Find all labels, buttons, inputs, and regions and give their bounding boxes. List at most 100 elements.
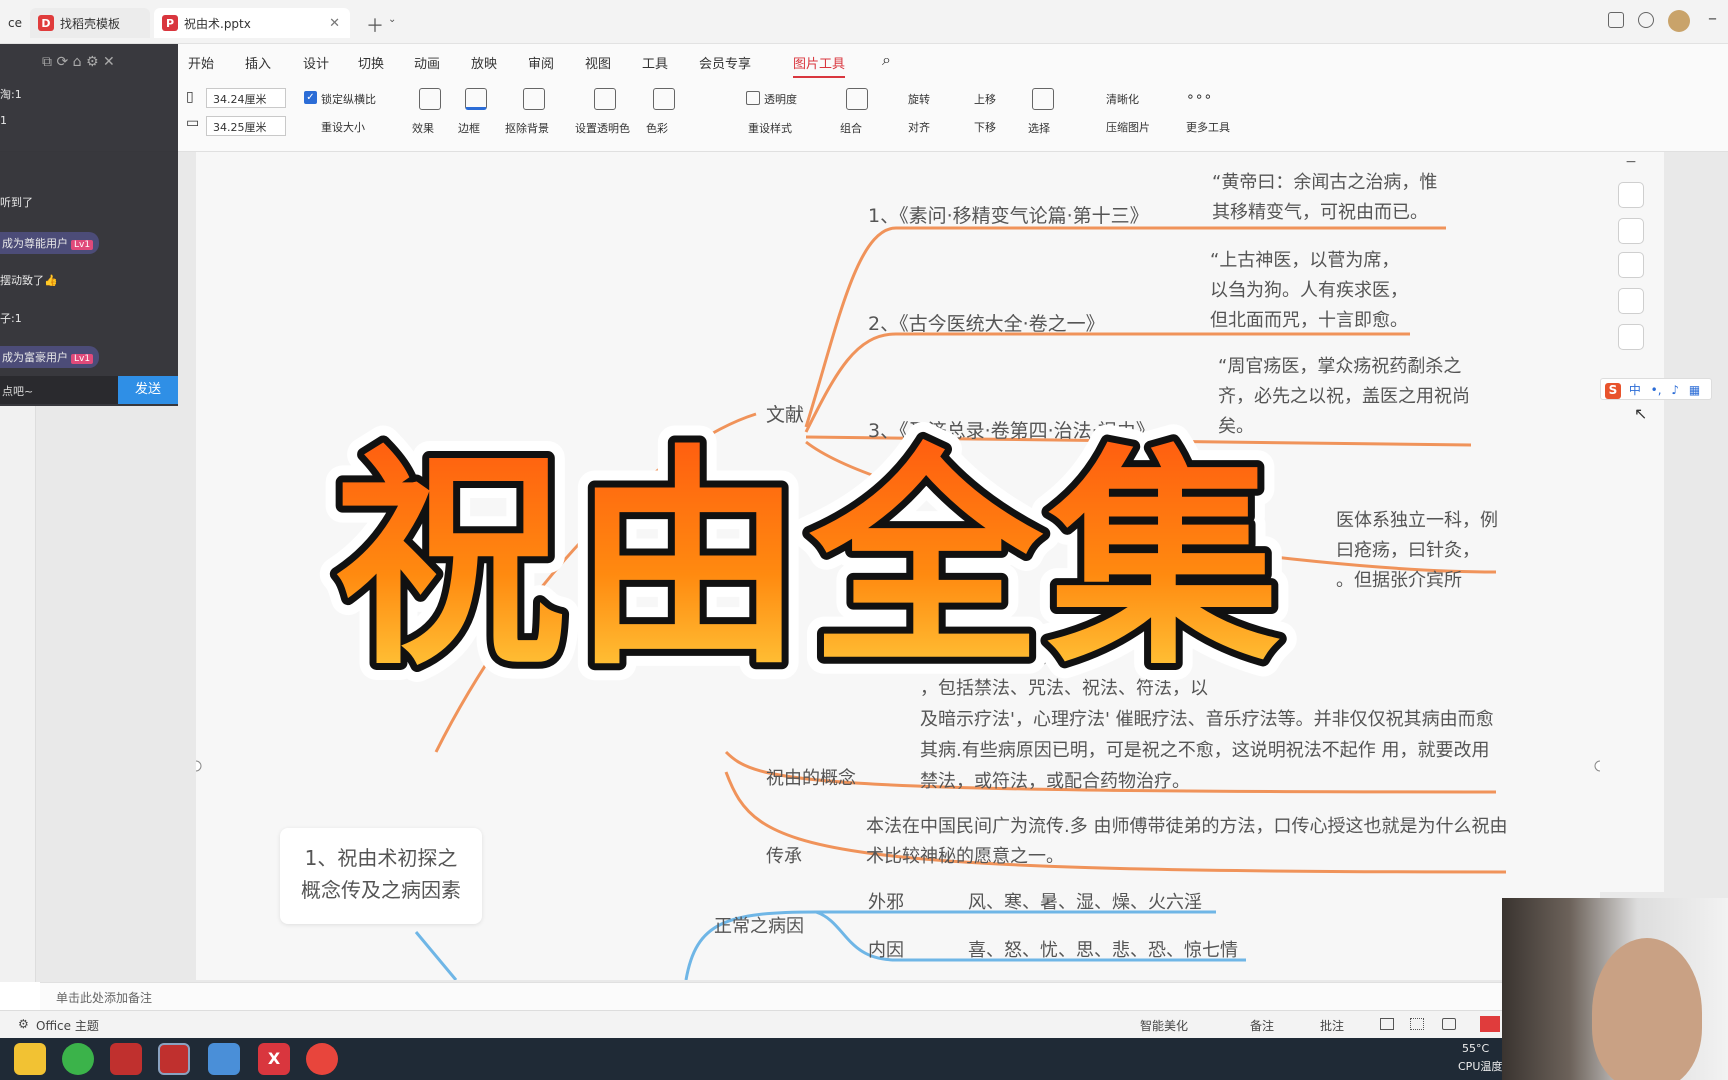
layout-icon[interactable] (1608, 12, 1624, 28)
zoom-icon[interactable] (1618, 252, 1644, 278)
close-tab-icon[interactable]: ✕ (329, 16, 340, 31)
avatar[interactable] (1668, 10, 1690, 32)
branch-root-blue (414, 931, 458, 980)
inner-label: 内因 (868, 940, 904, 961)
crop-bg-button[interactable]: 抠除背景 (505, 120, 549, 136)
root-node-text: 1、祝由术初探之 概念传及之病因素 (301, 846, 461, 902)
thumbs-up-icon: 👍 (44, 274, 58, 287)
comment-button[interactable]: 批注 (1320, 1017, 1344, 1034)
menu-tools[interactable]: 工具 (642, 53, 668, 72)
ref4-text: 医体系独立一科，例 曰疮疡，曰针灸， 。但据张介宾所 (1336, 510, 1498, 591)
ime-bar[interactable]: S 中 •, ♪ ▦ (1600, 378, 1712, 400)
root-node[interactable]: 1、祝由术初探之 概念传及之病因素 (280, 828, 482, 924)
ribbon-picture-tools: ▯ 34.24厘米 ▭ 34.25厘米 ✓ 锁定纵横比 重设大小 效果 边框 抠… (0, 80, 1728, 152)
chat-line: 听到了 (0, 196, 33, 209)
more-tools-button[interactable]: 更多工具 (1186, 119, 1230, 135)
chat-input[interactable]: 点吧~ (0, 376, 118, 404)
border-icon (465, 88, 487, 110)
menu-picture-tools[interactable]: 图片工具 (793, 53, 846, 78)
search-icon[interactable]: ⌕ (882, 50, 891, 70)
play-icon[interactable] (1480, 1016, 1500, 1032)
transparency-checkbox[interactable] (746, 91, 760, 105)
smart-beautify-button[interactable]: 智能美化 (1140, 1017, 1188, 1034)
border-button[interactable]: 边框 (458, 120, 480, 136)
chat-line: 1 (0, 114, 7, 127)
compress-button[interactable]: 压缩图片 (1106, 119, 1150, 135)
chevron-down-icon[interactable]: ⌄ (388, 14, 396, 25)
new-tab-icon[interactable]: ＋ (366, 12, 384, 38)
menu-start[interactable]: 开始 (188, 53, 214, 72)
height-input[interactable]: 34.25厘米 (206, 116, 286, 136)
chat-line-highlight: 成为富豪用户 Lv1 (0, 346, 100, 368)
menu-animation[interactable]: 动画 (414, 53, 440, 72)
reset-size-button[interactable]: 重设大小 (321, 119, 365, 135)
effects-icon (419, 88, 441, 110)
group-button[interactable]: 组合 (840, 120, 862, 136)
tab-partial[interactable]: ce (0, 8, 22, 38)
ime-punct-icon[interactable]: •, (1651, 383, 1662, 397)
layers-icon[interactable] (1618, 182, 1644, 208)
person-silhouette (1592, 938, 1702, 1080)
taskbar: X 55°C CPU温度 (0, 1038, 1728, 1080)
keyboard-icon[interactable]: ▦ (1689, 383, 1700, 397)
magic-tool-icon[interactable] (1618, 288, 1644, 314)
docer-icon: D (38, 15, 54, 31)
rotate-button[interactable]: 旋转 (908, 91, 930, 107)
menu-transition[interactable]: 切换 (358, 53, 384, 72)
tab-template[interactable]: D 找稻壳模板 (30, 8, 150, 38)
menu-design[interactable]: 设计 (303, 53, 329, 72)
send-down-button[interactable]: 下移 (974, 119, 996, 135)
slide-thumbnails[interactable] (0, 406, 36, 982)
normal-view-icon[interactable] (1380, 1018, 1394, 1030)
ime-logo-icon: S (1605, 383, 1621, 399)
transparency-label: 透明度 (764, 93, 797, 106)
cpu-label: CPU温度 (1458, 1060, 1503, 1073)
notes-pane[interactable]: 单击此处添加备注 (40, 982, 1620, 1010)
crop-icon[interactable] (1618, 218, 1644, 244)
cube-icon[interactable] (1638, 12, 1654, 28)
more-icon[interactable]: ∘∘∘ (1186, 89, 1212, 105)
menu-insert[interactable]: 插入 (245, 53, 271, 72)
menu-view[interactable]: 视图 (585, 53, 611, 72)
menu-review[interactable]: 审阅 (528, 53, 554, 72)
tab-pptx[interactable]: P 祝由术.pptx ✕ (154, 8, 350, 38)
crop-bg-icon (523, 88, 545, 110)
menu-slideshow[interactable]: 放映 (471, 53, 497, 72)
file-explorer-icon[interactable] (14, 1043, 46, 1075)
theme-icon: ⚙ (18, 1017, 29, 1031)
align-button[interactable]: 对齐 (908, 119, 930, 135)
effects-button[interactable]: 效果 (412, 120, 434, 136)
overlay-title: 祝由全集 祝由全集 (280, 409, 1340, 713)
reading-view-icon[interactable] (1442, 1018, 1456, 1030)
inner-text: 喜、怒、忧、思、悲、恐、惊七情 (968, 940, 1238, 961)
menu-member[interactable]: 会员专享 (699, 53, 751, 72)
wps-icon[interactable] (110, 1043, 142, 1075)
x-app-icon[interactable]: X (258, 1043, 290, 1075)
set-transparent-button[interactable]: 设置透明色 (575, 120, 630, 136)
browser-icon[interactable] (62, 1043, 94, 1075)
notes-button[interactable]: 备注 (1250, 1017, 1274, 1034)
app-icon[interactable] (208, 1043, 240, 1075)
ime-mode[interactable]: 中 (1629, 383, 1641, 397)
wps-presentation-icon[interactable] (158, 1043, 190, 1075)
lock-ratio-checkbox[interactable]: ✓ (304, 91, 317, 104)
microphone-icon[interactable]: ♪ (1671, 383, 1679, 397)
collapse-icon[interactable]: − (1618, 154, 1644, 170)
select-button[interactable]: 选择 (1028, 120, 1050, 136)
ref1-title: 1、《素问·移精变气论篇·第十三》 (868, 205, 1149, 227)
music-app-icon[interactable] (306, 1043, 338, 1075)
sorter-view-icon[interactable] (1410, 1018, 1424, 1030)
reset-style-button[interactable]: 重设样式 (748, 120, 792, 136)
send-button[interactable]: 发送 (118, 376, 178, 404)
bring-up-button[interactable]: 上移 (974, 91, 996, 107)
transparent-color-icon (594, 88, 616, 110)
theme-label[interactable]: Office 主题 (36, 1017, 99, 1034)
width-input[interactable]: 34.24厘米 (206, 88, 286, 108)
chat-toolbar[interactable]: ⧉ ⟳ ⌂ ⚙ ✕ (42, 54, 115, 70)
copy-icon[interactable] (1618, 324, 1644, 350)
minimize-icon[interactable]: – (1708, 8, 1717, 29)
title-bar: ce D 找稻壳模板 P 祝由术.pptx ✕ ＋ ⌄ – (0, 0, 1728, 44)
select-icon (1032, 88, 1054, 110)
color-button[interactable]: 色彩 (646, 120, 668, 136)
sharpen-button[interactable]: 清晰化 (1106, 91, 1139, 107)
